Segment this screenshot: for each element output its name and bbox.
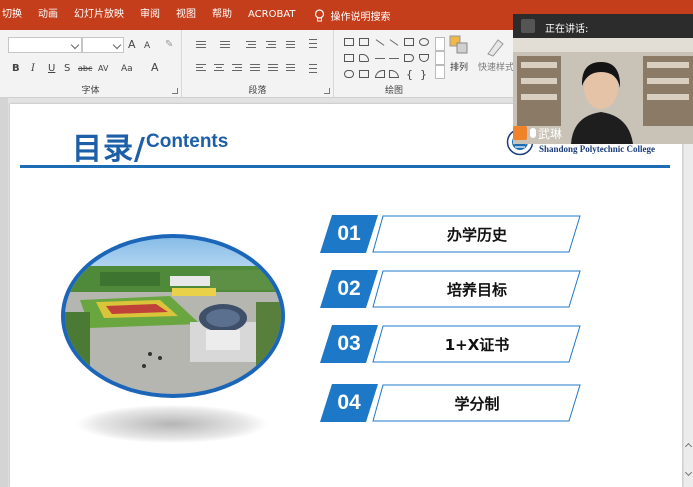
photo-shadow bbox=[78, 405, 266, 443]
lightbulb-icon bbox=[314, 8, 324, 21]
paragraph-group-label: 段落 bbox=[248, 86, 267, 96]
font-name-combo[interactable] bbox=[8, 37, 82, 53]
campus-photo bbox=[61, 234, 285, 398]
contents-label: 培养目标 bbox=[446, 281, 507, 299]
arrange-icon bbox=[449, 35, 468, 54]
contents-number-badge: 02 bbox=[320, 270, 378, 308]
font-dialog-launcher-icon[interactable] bbox=[172, 88, 178, 94]
arrange-label: 排列 bbox=[449, 63, 468, 73]
scroll-down-icon[interactable] bbox=[684, 468, 693, 477]
quick-styles-label: 快速样式 bbox=[477, 63, 514, 73]
tab-help[interactable]: 帮助 bbox=[204, 0, 240, 30]
contents-label-box: 1+X证书 bbox=[372, 325, 582, 363]
ribbon-group-font: A A ✎ B I U S abc AV Aa A 字体 bbox=[0, 30, 182, 98]
slide-title-chinese: 目录/ bbox=[72, 132, 146, 167]
tell-me-search[interactable]: 操作说明搜索 bbox=[304, 0, 391, 30]
app-window: 切换 动画 幻灯片放映 审阅 视图 帮助 ACROBAT 操作说明搜索 A A … bbox=[0, 0, 693, 487]
tab-review[interactable]: 审阅 bbox=[132, 0, 168, 30]
tell-me-label: 操作说明搜索 bbox=[330, 11, 391, 23]
contents-number: 04 bbox=[337, 391, 361, 414]
tab-transitions[interactable]: 切换 bbox=[0, 0, 30, 30]
contents-number-badge: 04 bbox=[320, 384, 378, 422]
vertical-scrollbar[interactable] bbox=[684, 98, 693, 487]
user-icon bbox=[513, 126, 527, 140]
tab-slideshow[interactable]: 幻灯片放映 bbox=[66, 0, 132, 30]
college-name: Shandong Polytechnic College bbox=[539, 144, 656, 154]
thumbnail-pane-edge[interactable] bbox=[0, 98, 8, 487]
contents-item-3[interactable]: 03 1+X证书 bbox=[320, 325, 582, 363]
ribbon-group-drawing: { } 排列 快速样式 绘图 bbox=[334, 30, 514, 98]
contents-item-4[interactable]: 04 学分制 bbox=[320, 384, 582, 422]
contents-number-badge: 03 bbox=[320, 325, 378, 363]
font-group-label: 字体 bbox=[81, 86, 100, 96]
quick-styles-icon bbox=[487, 39, 504, 57]
chevron-down-icon bbox=[112, 40, 122, 50]
contents-item-1[interactable]: 01 办学历史 bbox=[320, 215, 582, 253]
bold-button[interactable]: B bbox=[12, 63, 20, 75]
font-size-combo[interactable] bbox=[82, 37, 124, 53]
font-color-button[interactable]: A bbox=[151, 62, 159, 74]
grow-font-button[interactable]: A bbox=[128, 39, 136, 51]
contents-number-badge: 01 bbox=[320, 215, 378, 253]
tab-acrobat[interactable]: ACROBAT bbox=[240, 0, 304, 30]
microphone-icon bbox=[530, 128, 536, 138]
paragraph-dialog-launcher-icon[interactable] bbox=[324, 88, 330, 94]
speaker-name-tag: 武琳 bbox=[513, 124, 562, 142]
change-case-button[interactable]: Aa bbox=[121, 63, 133, 75]
clear-format-icon[interactable]: ✎ bbox=[165, 39, 173, 51]
strikethrough-button[interactable]: abc bbox=[78, 63, 92, 75]
italic-button[interactable]: I bbox=[31, 63, 35, 75]
tab-view[interactable]: 视图 bbox=[168, 0, 204, 30]
contents-label-box: 学分制 bbox=[372, 384, 582, 422]
char-spacing-button[interactable]: AV bbox=[98, 63, 108, 75]
contents-item-2[interactable]: 02 培养目标 bbox=[320, 270, 582, 308]
speaker-mini-avatar bbox=[521, 19, 535, 33]
contents-label: 办学历史 bbox=[446, 226, 507, 244]
contents-label: 1+X证书 bbox=[444, 336, 510, 354]
contents-label-box: 培养目标 bbox=[372, 270, 582, 308]
contents-number: 01 bbox=[337, 222, 361, 245]
shrink-font-button[interactable]: A bbox=[144, 40, 150, 52]
ribbon-group-paragraph: 段落 bbox=[182, 30, 334, 98]
drawing-group-label: 绘图 bbox=[384, 86, 403, 96]
scroll-up-icon[interactable] bbox=[684, 442, 693, 451]
contents-label-box: 办学历史 bbox=[372, 215, 582, 253]
tab-animations[interactable]: 动画 bbox=[30, 0, 66, 30]
video-header: 正在讲话: bbox=[513, 14, 693, 38]
contents-number: 03 bbox=[337, 332, 361, 355]
title-underline bbox=[20, 165, 670, 168]
shadow-button[interactable]: S bbox=[64, 63, 70, 75]
speaker-name: 武琳 bbox=[538, 126, 563, 141]
chevron-down-icon bbox=[70, 40, 80, 50]
underline-button[interactable]: U bbox=[48, 63, 55, 75]
speaking-status: 正在讲话: bbox=[545, 24, 589, 35]
contents-number: 02 bbox=[337, 277, 361, 300]
contents-label: 学分制 bbox=[454, 395, 500, 413]
slide-title-english: Contents bbox=[146, 131, 229, 152]
